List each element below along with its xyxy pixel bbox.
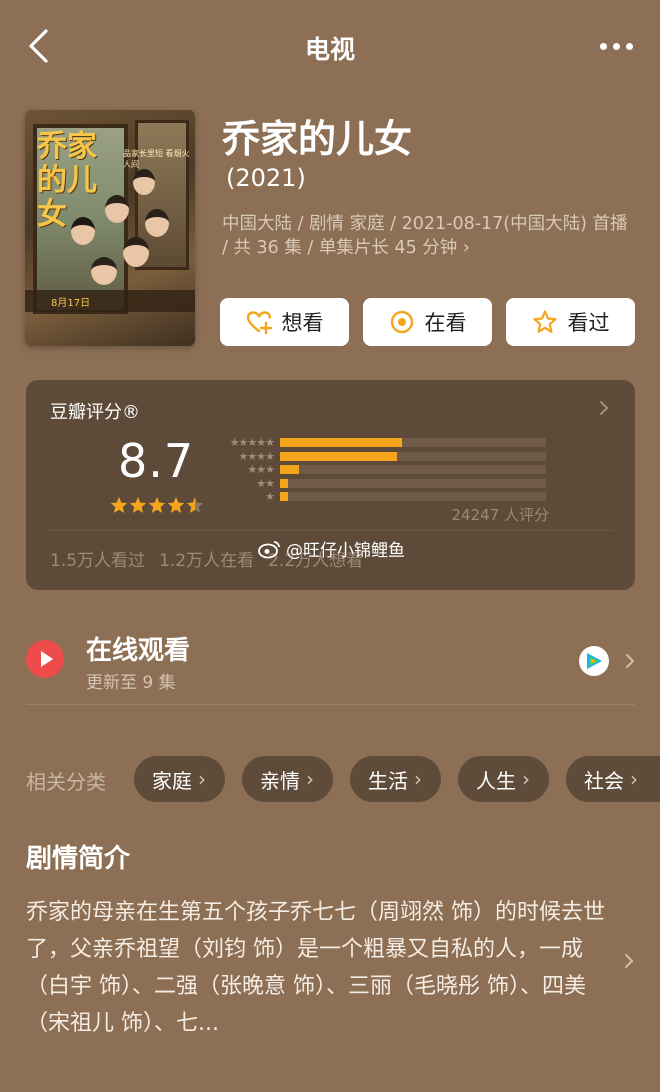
more-dot-icon [612, 42, 620, 50]
tencent-video-icon [579, 646, 609, 676]
rating-stars [110, 496, 204, 514]
rater-count: 24247 人评分 [451, 506, 550, 524]
bar-star-icons: ★★★ [247, 463, 275, 477]
rating-bar-fill [280, 438, 403, 448]
synopsis-title: 剧情简介 [26, 844, 131, 874]
watching-button[interactable]: 在看 [363, 298, 492, 346]
watch-online-row[interactable]: 在线观看 更新至 9 集 [26, 622, 635, 704]
more-dot-icon [599, 42, 607, 50]
category-chip-label: 社会 [584, 768, 624, 793]
watch-online-title: 在线观看 [86, 636, 191, 666]
rating-bar-row: ★★★★★ [218, 436, 558, 450]
nav-bar: 电视 [0, 0, 660, 92]
watermark-text: @旺仔小锦鲤鱼 [286, 541, 405, 561]
watching-label: 在看 [424, 311, 467, 335]
category-chip-life[interactable]: 生活 › [350, 756, 441, 802]
show-year: (2021) [226, 164, 306, 192]
rating-bar-row: ★★★ [218, 463, 558, 477]
bar-star-icons: ★★ [256, 476, 275, 490]
category-chip-family[interactable]: 家庭 › [134, 756, 225, 802]
category-chip-label: 亲情 [260, 768, 300, 793]
poster-title-art: 乔家的儿女 [37, 129, 97, 232]
rating-source-label: 豆瓣评分® [50, 402, 140, 423]
watched-count: 1.5万人看过 [50, 551, 146, 571]
want-to-watch-button[interactable]: 想看 [220, 298, 349, 346]
more-dot-icon [625, 42, 633, 50]
show-title: 乔家的儿女 [222, 117, 413, 161]
page-title: 电视 [304, 35, 355, 64]
chevron-right-icon [625, 954, 634, 968]
chevron-right-icon: › [198, 767, 206, 791]
category-chip-kinship[interactable]: 亲情 › [242, 756, 333, 802]
rating-star-icon [186, 497, 204, 513]
rating-bar-fill [280, 492, 288, 502]
poster-tagline: 品家长里短 看烟火人间 [123, 149, 190, 169]
bar-star-icons: ★★★★★ [229, 436, 275, 450]
category-chip-lifetime[interactable]: 人生 › [458, 756, 549, 802]
rating-bar-fill [280, 478, 288, 488]
rating-bar-row: ★★ [218, 477, 558, 491]
rating-bar-track [280, 492, 546, 502]
rating-distribution: ★★★★★ ★★★★ ★★★ ★★ ★ [218, 436, 558, 504]
bar-star-icons: ★ [265, 490, 275, 504]
rating-bar-track [280, 478, 546, 488]
watermark: @旺仔小锦鲤鱼 [258, 536, 405, 561]
rating-bar-row: ★ [218, 490, 558, 504]
category-chip-label: 人生 [476, 768, 516, 793]
chevron-right-icon [626, 654, 635, 668]
rating-star-icon [167, 497, 185, 513]
chevron-right-icon: › [306, 767, 314, 791]
rating-star-icon [148, 497, 166, 513]
weibo-icon [258, 540, 280, 558]
chevron-right-icon: › [522, 767, 530, 791]
watched-label: 看过 [567, 311, 610, 335]
chevron-right-icon: › [630, 767, 638, 791]
rating-star-icon [110, 497, 128, 513]
star-outline-icon [532, 310, 557, 333]
rating-bar-fill [280, 451, 398, 461]
rating-star-icon [129, 497, 147, 513]
more-options-button[interactable] [594, 30, 638, 62]
rating-bar-track [280, 465, 546, 475]
bar-star-icons: ★★★★ [238, 449, 275, 463]
chevron-right-icon [600, 401, 609, 415]
show-meta[interactable]: 中国大陆 / 剧情 家庭 / 2021-08-17(中国大陆) 首播 / 共 3… [222, 212, 636, 260]
synopsis-text[interactable]: 乔家的母亲在生第五个孩子乔七七（周翊然 饰）的时候去世了，父亲乔祖望（刘钧 饰）… [26, 894, 616, 1042]
watch-online-subtitle: 更新至 9 集 [86, 673, 176, 693]
rating-bar-track [280, 438, 546, 448]
heart-plus-icon [246, 311, 272, 335]
target-icon [390, 310, 413, 334]
divider [50, 530, 613, 531]
chevron-right-icon: › [414, 767, 422, 791]
category-chip-label: 生活 [368, 768, 408, 793]
want-to-watch-label: 想看 [281, 311, 324, 335]
rating-bar-track [280, 451, 546, 461]
rating-bar-row: ★★★★ [218, 450, 558, 464]
poster-date: 8月17日 [51, 298, 91, 309]
divider [26, 704, 635, 705]
poster-image[interactable]: 乔家的儿女 品家长里短 看烟火人间 8月17日 [25, 110, 195, 346]
watching-count: 1.2万人在看 [159, 551, 255, 571]
category-chip-label: 家庭 [152, 768, 192, 793]
poster-date-strip: 8月17日 [25, 290, 195, 312]
category-chip-society[interactable]: 社会 › [566, 756, 660, 802]
play-icon [26, 640, 64, 678]
rating-score: 8.7 [118, 434, 195, 488]
related-categories-label: 相关分类 [26, 770, 106, 794]
watched-button[interactable]: 看过 [506, 298, 635, 346]
rating-bar-fill [280, 465, 299, 475]
